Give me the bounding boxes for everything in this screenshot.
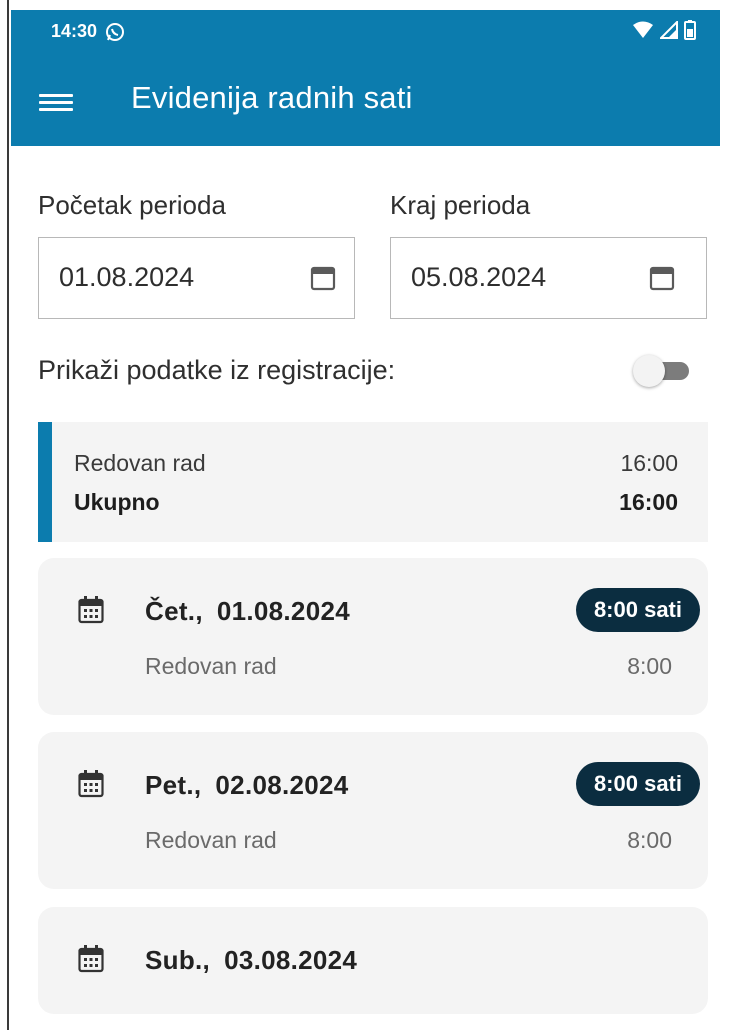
day-card[interactable]: Sub., 03.08.2024 — [38, 907, 708, 1014]
calendar-icon — [78, 770, 104, 798]
day-date-value: 02.08.2024 — [215, 770, 349, 800]
summary-total-value: 16:00 — [619, 489, 678, 515]
day-card[interactable]: Čet., 01.08.2024 8:00 sati Redovan rad 8:… — [38, 558, 708, 715]
page-title: Evidenija radnih sati — [131, 80, 413, 115]
entry-value: 8:00 — [627, 827, 672, 853]
calendar-icon[interactable] — [649, 265, 675, 291]
status-bar-icons — [632, 20, 696, 40]
wifi-icon — [633, 21, 653, 38]
day-date: Sub., 03.08.2024 — [145, 945, 357, 976]
calendar-icon — [78, 945, 104, 973]
day-weekday: Čet., — [145, 596, 203, 626]
summary-row-regular: Redovan rad 16:00 — [74, 450, 678, 477]
summary-card: Redovan rad 16:00 Ukupno 16:00 — [38, 422, 708, 542]
battery-icon — [684, 20, 696, 40]
status-bar-time: 14:30 — [51, 21, 125, 42]
registration-toggle-label: Prikaži podatke iz registracije: — [38, 355, 396, 385]
app-screen: 14:30 Evidenija radnih sati Početak peri… — [11, 10, 720, 1030]
summary-label: Redovan rad — [74, 450, 206, 476]
left-frame-border — [0, 0, 9, 1030]
day-date: Pet., 02.08.2024 — [145, 770, 349, 801]
hamburger-menu-icon[interactable] — [39, 90, 73, 114]
summary-row-total: Ukupno 16:00 — [74, 489, 678, 516]
registration-toggle[interactable] — [633, 355, 689, 387]
entry-label: Redovan rad — [145, 827, 277, 853]
app-header: 14:30 Evidenija radnih sati — [11, 10, 720, 146]
whatsapp-icon — [106, 22, 125, 41]
start-date-input[interactable] — [59, 262, 279, 293]
day-date-value: 03.08.2024 — [224, 945, 358, 975]
entry-label: Redovan rad — [145, 653, 277, 679]
entry-value: 8:00 — [627, 653, 672, 679]
day-card[interactable]: Pet., 02.08.2024 8:00 sati Redovan rad 8:… — [38, 732, 708, 889]
signal-icon — [660, 21, 678, 39]
calendar-icon — [78, 596, 104, 624]
summary-total-label: Ukupno — [74, 489, 160, 515]
summary-value: 16:00 — [620, 450, 678, 476]
day-date: Čet., 01.08.2024 — [145, 596, 350, 627]
start-date-field[interactable] — [38, 237, 355, 319]
day-date-value: 01.08.2024 — [216, 596, 350, 626]
day-weekday: Sub., — [145, 945, 211, 975]
summary-accent-bar — [38, 422, 52, 542]
clock-text: 14:30 — [51, 21, 98, 41]
toggle-knob — [633, 355, 665, 387]
calendar-icon[interactable] — [310, 265, 336, 291]
hours-badge: 8:00 sati — [575, 762, 700, 806]
end-date-field[interactable] — [390, 237, 707, 319]
end-date-input[interactable] — [411, 262, 631, 293]
day-weekday: Pet., — [145, 770, 202, 800]
hours-badge: 8:00 sati — [575, 588, 700, 632]
start-period-label: Početak perioda — [38, 190, 226, 220]
end-period-label: Kraj perioda — [390, 190, 531, 220]
